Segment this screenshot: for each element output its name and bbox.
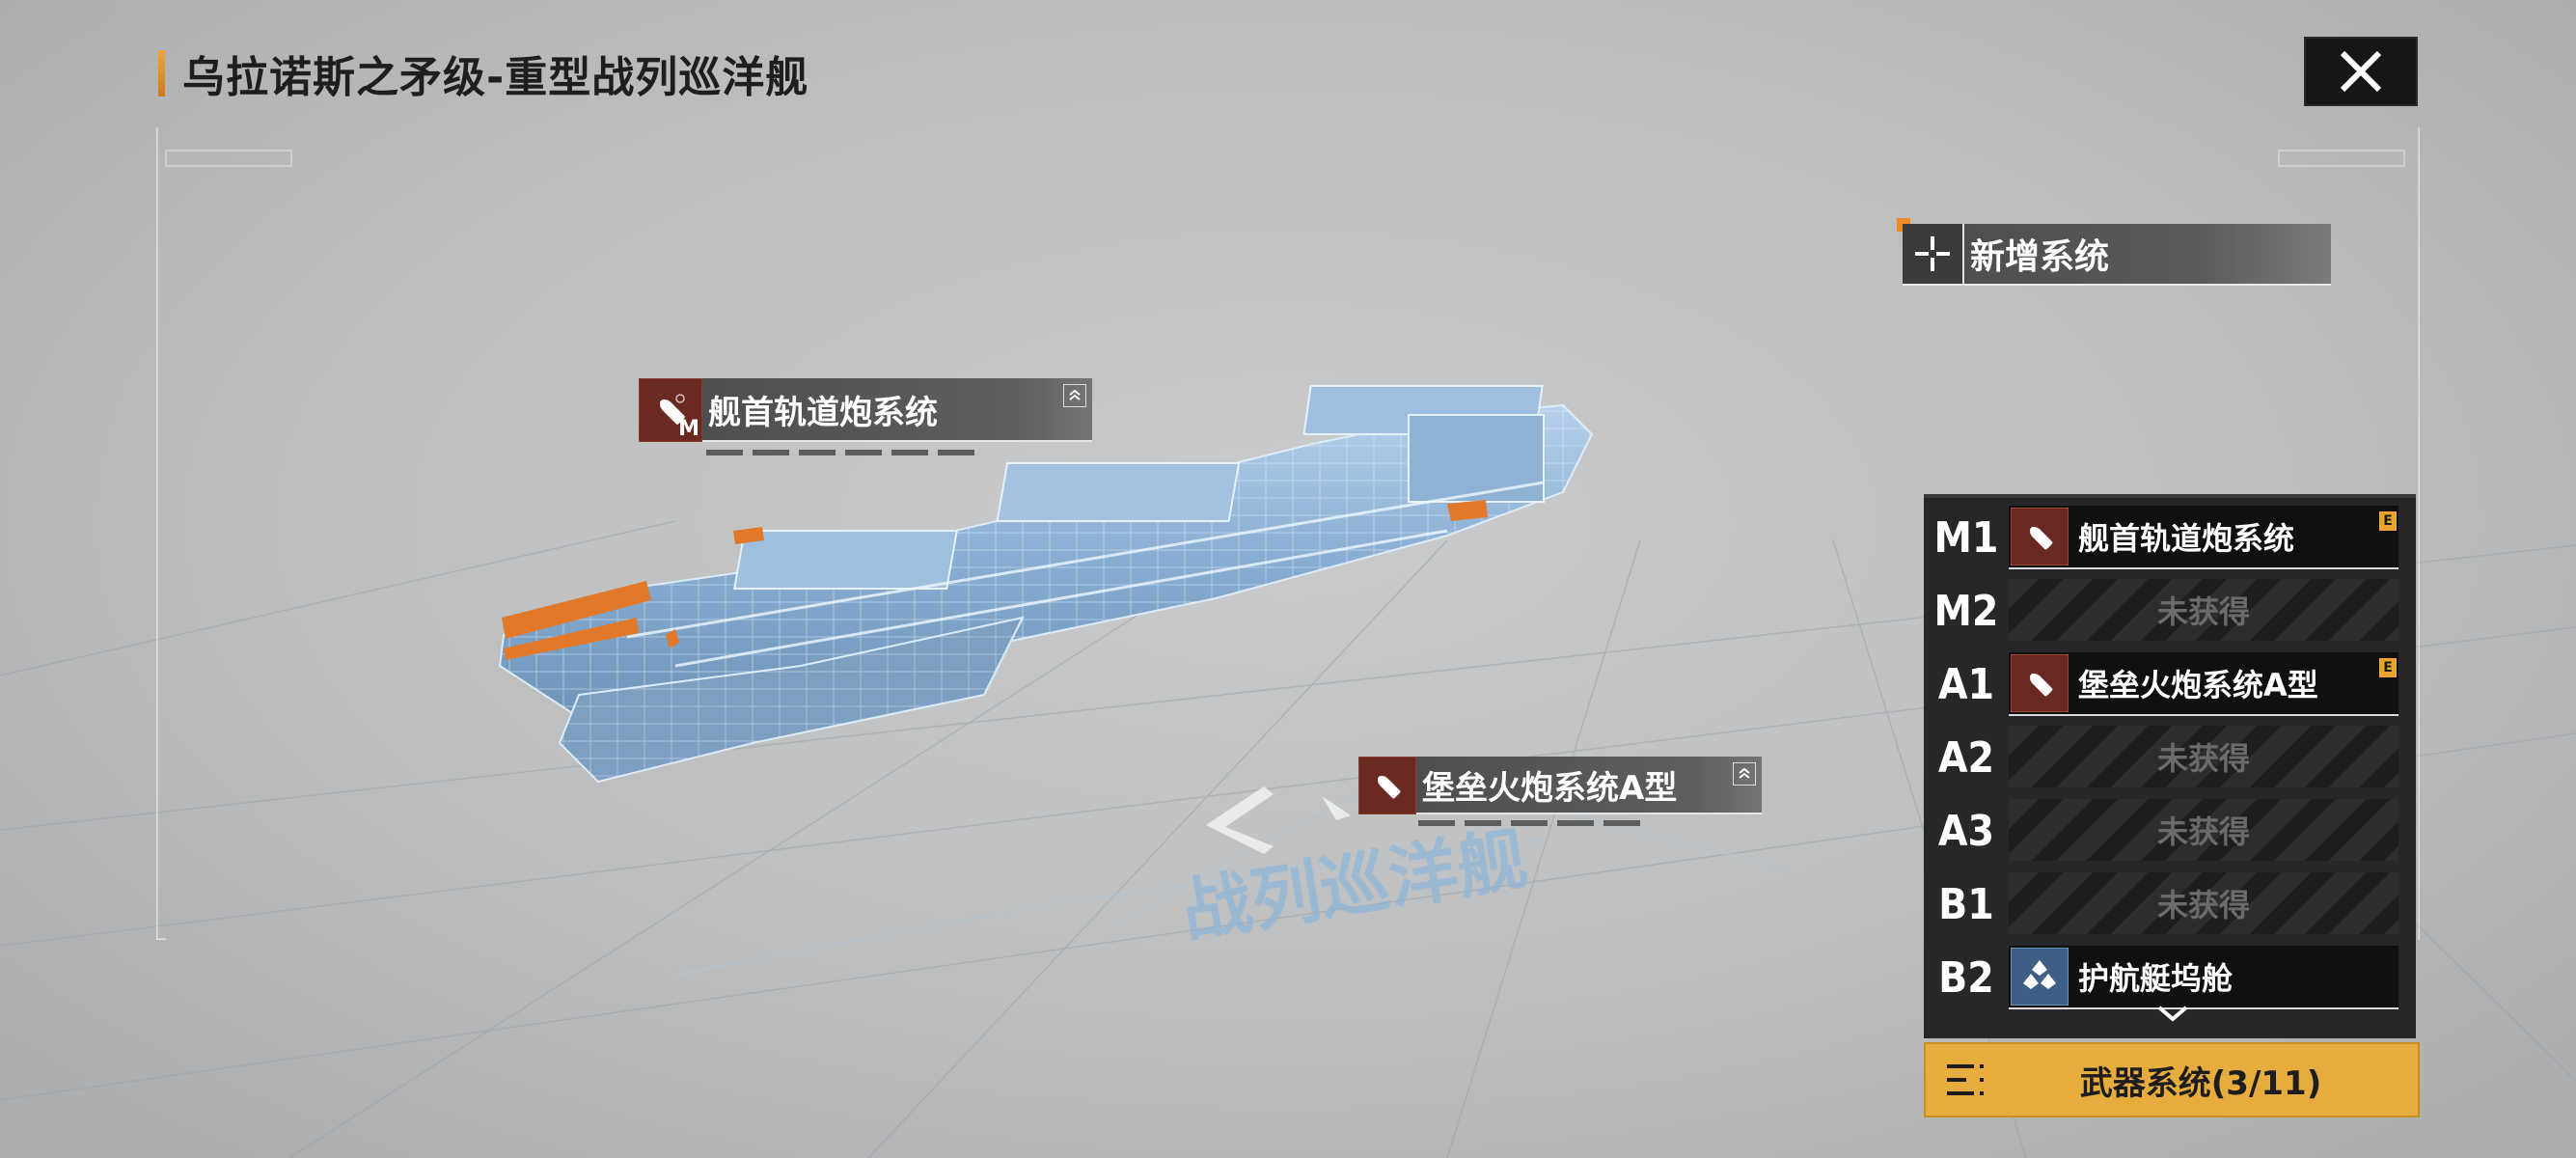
- title-bar: 乌拉诺斯之矛级-重型战列巡洋舰: [158, 46, 808, 102]
- crosshair-plus-icon: [1903, 224, 1964, 284]
- shell-icon: [1378, 776, 1401, 799]
- slot-code: A1: [1937, 659, 1995, 709]
- callout-bow-railgun[interactable]: M 舰首轨道炮系统: [639, 378, 1092, 442]
- slot-code: A3: [1937, 806, 1995, 856]
- add-system-label: 新增系统: [1970, 237, 2110, 277]
- slot-name: 护航艇坞舱: [2078, 960, 2233, 997]
- weapon-systems-label: 武器系统(3/11): [2079, 1063, 2322, 1103]
- slot-code: B2: [1938, 952, 1994, 1003]
- callout-badge: [1358, 757, 1416, 814]
- collapse-up-icon[interactable]: [1063, 384, 1086, 407]
- callout-dashes: [706, 450, 974, 455]
- slot-a2[interactable]: A2 未获得: [1924, 724, 2416, 791]
- shell-icon: [2011, 508, 2069, 565]
- slot-m2[interactable]: M2 未获得: [1924, 577, 2416, 645]
- slot-code: M1: [1933, 512, 1999, 563]
- slot-code: M2: [1933, 586, 1999, 636]
- slot-body: 未获得: [2009, 726, 2398, 787]
- callout-dashes: [1418, 820, 1640, 826]
- weapon-systems-tab[interactable]: 武器系统(3/11): [1924, 1042, 2420, 1117]
- title-accent: [158, 50, 165, 96]
- ship-title: 乌拉诺斯之矛级-重型战列巡洋舰: [182, 53, 809, 102]
- slot-body: 堡垒火炮系统A型 E: [2009, 652, 2398, 716]
- callout-name: 堡垒火炮系统A型: [1422, 768, 1678, 808]
- slot-body: 舰首轨道炮系统 E: [2009, 506, 2398, 569]
- callout-fortress-cannon[interactable]: 堡垒火炮系统A型: [1358, 757, 1762, 820]
- equipped-badge: E: [2379, 658, 2397, 677]
- hangar-icon: [2011, 948, 2069, 1006]
- equipped-badge: E: [2379, 511, 2397, 531]
- callout-label: 堡垒火炮系统A型: [1416, 757, 1762, 814]
- slot-b1[interactable]: B1 未获得: [1924, 870, 2416, 938]
- slot-body: 未获得: [2009, 872, 2398, 934]
- callout-badge: M: [639, 378, 702, 442]
- slot-name: 堡垒火炮系统A型: [2078, 667, 2318, 703]
- callout-badge-letter: M: [678, 417, 699, 441]
- slot-code: A2: [1937, 732, 1995, 783]
- slot-code: B1: [1938, 879, 1994, 929]
- callout-name: 舰首轨道炮系统: [708, 393, 938, 432]
- add-system-button[interactable]: 新增系统: [1903, 224, 2331, 286]
- slot-status: 未获得: [2156, 740, 2250, 777]
- chevron-down-icon[interactable]: [2153, 1002, 2192, 1025]
- collapse-up-icon[interactable]: [1733, 762, 1756, 786]
- slot-body: 护航艇坞舱: [2009, 946, 2398, 1009]
- slot-a3[interactable]: A3 未获得: [1924, 797, 2416, 865]
- slot-a1[interactable]: A1 堡垒火炮系统A型 E: [1924, 650, 2416, 718]
- slot-m1[interactable]: M1 舰首轨道炮系统 E: [1924, 504, 2416, 571]
- corner-mark: [116, 0, 158, 41]
- close-icon: [2340, 50, 2382, 93]
- slot-status: 未获得: [2156, 887, 2250, 924]
- slot-name: 舰首轨道炮系统: [2078, 520, 2295, 557]
- shell-icon: [2011, 654, 2069, 712]
- slot-status: 未获得: [2156, 813, 2250, 850]
- slot-body: 未获得: [2009, 799, 2398, 861]
- callout-label: 舰首轨道炮系统: [702, 378, 1092, 442]
- slot-status: 未获得: [2156, 593, 2250, 630]
- weapon-slot-panel: M1 舰首轨道炮系统 E M2 未获得 A1 堡垒火炮系统A型 E A2 未获得: [1924, 494, 2416, 1038]
- slot-body: 未获得: [2009, 579, 2398, 641]
- close-button[interactable]: [2304, 37, 2418, 106]
